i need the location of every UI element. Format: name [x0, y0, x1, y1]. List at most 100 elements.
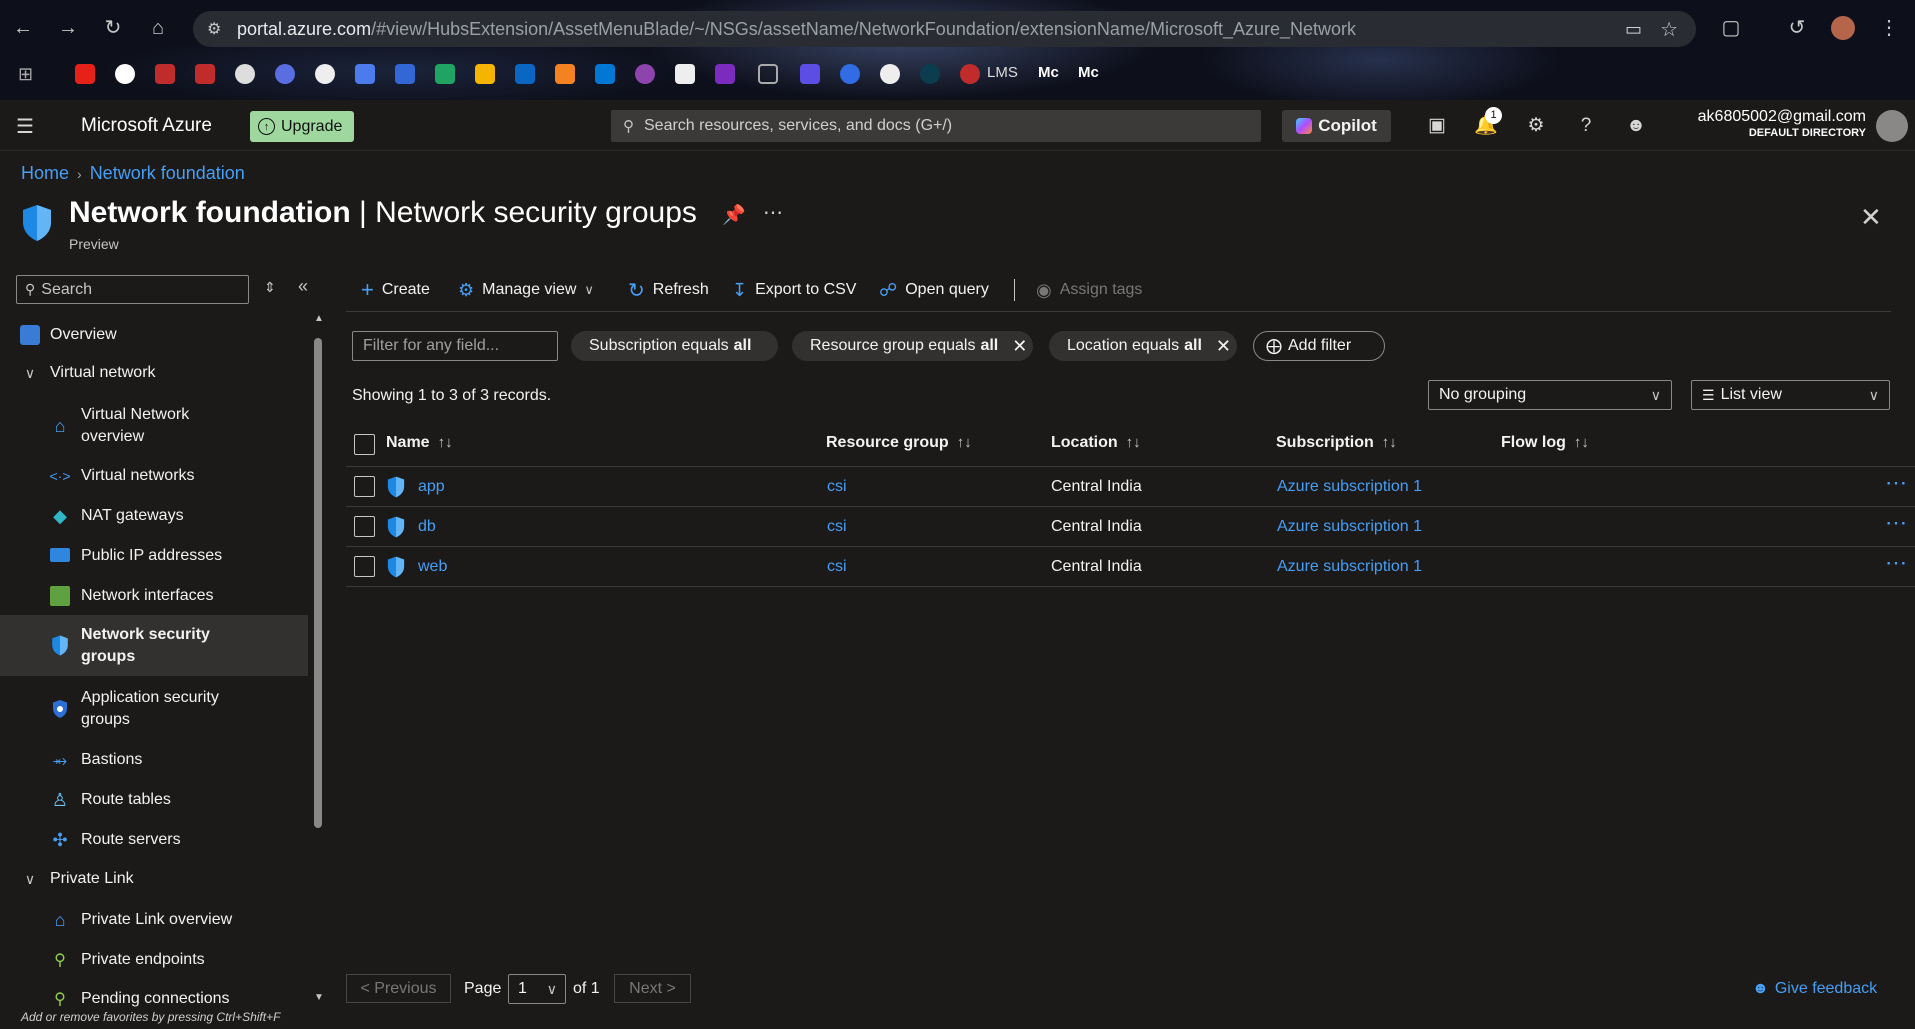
column-header-name[interactable]: Name ↑↓ — [386, 434, 453, 452]
breadcrumb-network-foundation[interactable]: Network foundation — [90, 163, 245, 184]
sidebar-scrollbar[interactable]: ▲ ▼ — [310, 313, 326, 1003]
table-row[interactable]: web csi Central India Azure subscription… — [346, 547, 1915, 587]
account-info[interactable]: ak6805002@gmail.com DEFAULT DIRECTORY — [1698, 108, 1866, 139]
nsg-name-link[interactable]: db — [418, 518, 436, 536]
bookmark-lms-icon[interactable] — [960, 64, 980, 84]
bookmark-lms-label[interactable]: LMS — [987, 64, 1018, 81]
help-icon[interactable]: ? — [1573, 113, 1599, 139]
column-header-flow-log[interactable]: Flow log ↑↓ — [1501, 434, 1589, 452]
resource-group-link[interactable]: csi — [827, 478, 847, 496]
terraform-icon[interactable] — [800, 64, 820, 84]
bookmark-circle-icon[interactable] — [235, 64, 255, 84]
portal-menu-icon[interactable]: ☰ — [16, 114, 34, 139]
table-row[interactable]: db csi Central India Azure subscription … — [346, 507, 1915, 547]
kubernetes-icon[interactable] — [840, 64, 860, 84]
view-mode-dropdown[interactable]: ☰ List view ∨ — [1691, 380, 1890, 410]
filter-field-input[interactable]: Filter for any field... — [352, 331, 558, 361]
close-blade-icon[interactable]: ✕ — [1860, 202, 1882, 233]
sidebar-collapse-icon[interactable]: « — [298, 276, 308, 297]
bookmark-mail-icon[interactable] — [395, 64, 415, 84]
subscription-link[interactable]: Azure subscription 1 — [1277, 558, 1422, 576]
sidebar-item-network-interfaces[interactable]: Network interfaces — [0, 583, 308, 609]
brand-name[interactable]: Microsoft Azure — [81, 115, 212, 137]
row-more-actions-icon[interactable]: ⋯ — [1885, 510, 1908, 536]
sidebar-item-pending-connections[interactable]: ⚲ Pending connections — [0, 987, 308, 1007]
extensions-icon[interactable]: ▢ — [1717, 14, 1745, 42]
settings-gear-icon[interactable]: ⚙ — [1523, 113, 1549, 139]
bookmark-100x-2-icon[interactable] — [195, 64, 215, 84]
sidebar-item-private-endpoints[interactable]: ⚲ Private endpoints — [0, 947, 308, 973]
sidebar-item-application-security-groups[interactable]: Application security groups — [0, 686, 308, 732]
bookmark-y-icon[interactable] — [715, 64, 735, 84]
github-icon[interactable] — [115, 64, 135, 84]
sidebar-search-input[interactable]: ⚲ Search — [16, 275, 249, 304]
gemini-icon[interactable] — [355, 64, 375, 84]
forward-icon[interactable]: → — [54, 14, 82, 42]
copilot-button[interactable]: Copilot — [1282, 110, 1391, 142]
bookmark-eye-icon[interactable] — [920, 64, 940, 84]
google-drive-icon[interactable] — [435, 64, 455, 84]
sidebar-item-route-tables[interactable]: ♙ Route tables — [0, 787, 308, 813]
row-checkbox[interactable] — [354, 516, 375, 537]
column-header-subscription[interactable]: Subscription ↑↓ — [1276, 434, 1397, 452]
bookmark-medium-2[interactable]: Mc — [1078, 64, 1099, 81]
nsg-name-link[interactable]: app — [418, 478, 445, 496]
resource-group-link[interactable]: csi — [827, 558, 847, 576]
sidebar-item-virtual-network-overview[interactable]: ⌂ Virtual Network overview — [0, 403, 308, 449]
bookmark-box-icon[interactable] — [555, 64, 575, 84]
browser-menu-icon[interactable]: ⋮ — [1875, 14, 1903, 42]
browser-profile-avatar[interactable] — [1831, 16, 1855, 40]
export-csv-button[interactable]: ↧ Export to CSV — [732, 277, 856, 303]
bookmark-slash-icon[interactable] — [315, 64, 335, 84]
open-query-button[interactable]: ☍ Open query — [879, 277, 989, 303]
table-row[interactable]: app csi Central India Azure subscription… — [346, 467, 1915, 507]
azure-bookmark-icon[interactable] — [595, 64, 615, 84]
browser-sync-icon[interactable]: ↺ — [1783, 14, 1811, 42]
reload-icon[interactable]: ↻ — [99, 14, 127, 42]
bookmark-swirl-icon[interactable] — [275, 64, 295, 84]
bookmark-medium-1[interactable]: Mc — [1038, 64, 1059, 81]
sidebar-item-virtual-networks[interactable]: <·> Virtual networks — [0, 463, 308, 489]
feedback-person-icon[interactable]: ☻ — [1623, 113, 1649, 139]
nsg-name-link[interactable]: web — [418, 558, 447, 576]
give-feedback-link[interactable]: ☻ Give feedback — [1752, 980, 1877, 998]
row-checkbox[interactable] — [354, 476, 375, 497]
column-header-location[interactable]: Location ↑↓ — [1051, 434, 1141, 452]
subscription-link[interactable]: Azure subscription 1 — [1277, 478, 1422, 496]
breadcrumb-home[interactable]: Home — [21, 163, 69, 184]
site-info-icon[interactable]: ⚙ — [207, 19, 221, 39]
grouping-dropdown[interactable]: No grouping ∨ — [1428, 380, 1672, 410]
bookmark-classroom-icon[interactable] — [475, 64, 495, 84]
cloud-shell-icon[interactable]: ▣ — [1424, 113, 1450, 139]
bookmark-purple-icon[interactable] — [635, 64, 655, 84]
install-app-icon[interactable]: ▭ — [1625, 19, 1642, 40]
linkedin-icon[interactable] — [515, 64, 535, 84]
sidebar-item-network-security-groups[interactable]: Network security groups — [0, 615, 308, 676]
global-search-input[interactable]: ⚲ Search resources, services, and docs (… — [611, 110, 1261, 142]
resource-group-filter-pill[interactable]: Resource group equals all ✕ — [792, 331, 1033, 361]
upgrade-button[interactable]: ↑ Upgrade — [250, 111, 354, 142]
subscription-link[interactable]: Azure subscription 1 — [1277, 518, 1422, 536]
location-filter-pill[interactable]: Location equals all ✕ — [1049, 331, 1237, 361]
manage-view-button[interactable]: ⚙ Manage view ∨ — [458, 277, 594, 303]
youtube-icon[interactable] — [75, 64, 95, 84]
scroll-down-icon[interactable]: ▼ — [314, 992, 324, 1003]
bookmark-100x-icon[interactable] — [155, 64, 175, 84]
sidebar-group-virtual-network[interactable]: ∨ Virtual network — [0, 360, 308, 386]
add-filter-button[interactable]: ⨁ Add filter — [1253, 331, 1385, 361]
sidebar-item-public-ip[interactable]: Public IP addresses — [0, 543, 308, 569]
sidebar-item-nat-gateways[interactable]: ◆ NAT gateways — [0, 503, 308, 529]
sidebar-item-bastions[interactable]: ⥇ Bastions — [0, 747, 308, 773]
remove-filter-icon[interactable]: ✕ — [1216, 336, 1231, 357]
row-more-actions-icon[interactable]: ⋯ — [1885, 550, 1908, 576]
page-number-dropdown[interactable]: 1 ∨ — [508, 974, 566, 1004]
back-icon[interactable]: ← — [9, 14, 37, 42]
column-header-resource-group[interactable]: Resource group ↑↓ — [826, 434, 972, 452]
apps-grid-icon[interactable]: ⊞ — [18, 64, 33, 85]
create-button[interactable]: + Create — [361, 277, 430, 303]
user-avatar[interactable] — [1876, 110, 1908, 142]
more-options-icon[interactable]: ⋯ — [763, 200, 783, 225]
bookmark-star-icon[interactable]: ☆ — [1660, 17, 1678, 42]
sidebar-item-route-servers[interactable]: ✣ Route servers — [0, 827, 308, 853]
bookmark-e-icon[interactable] — [880, 64, 900, 84]
